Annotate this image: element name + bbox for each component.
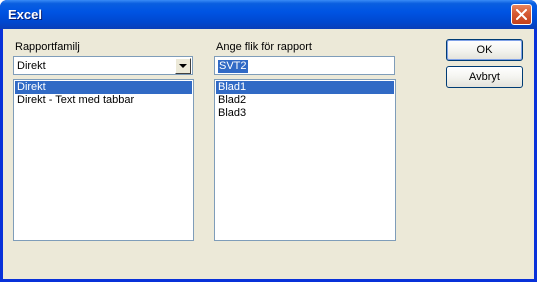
sheet-label: Ange flik för rapport	[216, 41, 312, 53]
dropdown-button[interactable]	[175, 58, 191, 74]
report-family-combobox[interactable]: Direkt	[13, 56, 193, 75]
close-icon	[516, 9, 527, 20]
sheet-list[interactable]: Blad1 Blad2 Blad3	[214, 79, 396, 241]
dialog-body: Rapportfamilj Direkt Direkt Direkt - Tex…	[3, 29, 534, 279]
sheet-name-input[interactable]: SVT2	[214, 56, 395, 75]
report-family-list[interactable]: Direkt Direkt - Text med tabbar	[13, 79, 194, 241]
excel-dialog: Excel Rapportfamilj Direkt Direkt Direkt…	[0, 0, 537, 282]
sheet-name-value: SVT2	[218, 60, 248, 73]
window-title: Excel	[8, 7, 42, 22]
ok-button-label: OK	[476, 44, 493, 56]
list-item[interactable]: Direkt - Text med tabbar	[15, 94, 192, 107]
chevron-down-icon	[179, 64, 187, 68]
cancel-button[interactable]: Avbryt	[446, 66, 523, 88]
list-item[interactable]: Blad3	[216, 107, 394, 120]
title-bar[interactable]: Excel	[0, 0, 537, 29]
cancel-button-label: Avbryt	[469, 71, 500, 83]
report-family-label: Rapportfamilj	[15, 41, 80, 53]
ok-button[interactable]: OK	[446, 39, 523, 61]
list-item[interactable]: Blad2	[216, 94, 394, 107]
list-item[interactable]: Blad1	[216, 81, 394, 94]
report-family-selected: Direkt	[17, 60, 46, 72]
close-button[interactable]	[511, 4, 532, 25]
list-item[interactable]: Direkt	[15, 81, 192, 94]
